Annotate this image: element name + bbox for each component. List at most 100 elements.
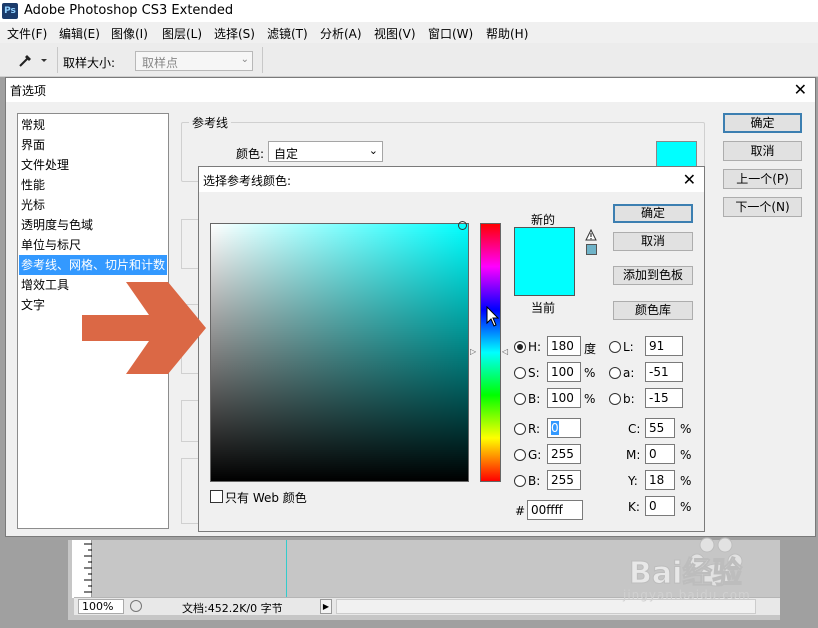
lab-l-label: L:: [623, 340, 634, 354]
guides-color-select[interactable]: 自定 ⌄: [268, 141, 383, 162]
category-units-rulers[interactable]: 单位与标尺: [19, 235, 167, 255]
saturation-brightness-field[interactable]: [210, 223, 469, 482]
category-file-handling[interactable]: 文件处理: [19, 155, 167, 175]
menu-view[interactable]: 视图(V): [374, 25, 416, 42]
app-title-bar: Ps Adobe Photoshop CS3 Extended: [0, 0, 818, 22]
web-safe-color-swatch[interactable]: [586, 244, 597, 255]
green-radio[interactable]: [514, 449, 526, 461]
category-interface[interactable]: 界面: [19, 135, 167, 155]
cyan-input[interactable]: 55: [645, 418, 675, 438]
document-size-info: 文档:452.2K/0 字节: [182, 602, 283, 615]
app-title: Adobe Photoshop CS3 Extended: [24, 3, 234, 18]
color-picker-title-bar: 选择参考线颜色: ✕: [199, 167, 704, 192]
hue-slider-left-arrow-icon[interactable]: ▷: [470, 347, 476, 356]
guides-color-value: 自定: [274, 147, 299, 161]
close-icon[interactable]: ✕: [683, 170, 696, 189]
sample-size-value: 取样点: [142, 56, 179, 70]
saturation-input[interactable]: 100: [547, 362, 581, 382]
current-color-label: 当前: [531, 301, 556, 315]
lab-b-radio[interactable]: [609, 393, 621, 405]
options-divider: [57, 47, 58, 73]
color-picker-cancel-button[interactable]: 取消: [613, 232, 693, 251]
options-bar: 取样大小: 取样点 ⌄: [0, 43, 818, 77]
color-libraries-button[interactable]: 颜色库: [613, 301, 693, 320]
lab-l-input[interactable]: 91: [645, 336, 683, 356]
hue-slider[interactable]: [480, 223, 501, 482]
category-transparency-gamut[interactable]: 透明度与色域: [19, 215, 167, 235]
guides-color-swatch[interactable]: [656, 141, 697, 168]
watermark-url: jingyan.baidu.com: [623, 588, 751, 602]
category-general[interactable]: 常规: [19, 115, 167, 135]
saturation-radio[interactable]: [514, 367, 526, 379]
preferences-cancel-button[interactable]: 取消: [723, 141, 802, 161]
category-cursors[interactable]: 光标: [19, 195, 167, 215]
web-colors-only-label: 只有 Web 颜色: [225, 491, 307, 505]
menu-select[interactable]: 选择(S): [214, 25, 255, 42]
preferences-next-button[interactable]: 下一个(N): [723, 197, 802, 217]
status-menu-arrow-icon[interactable]: ▶: [320, 599, 332, 614]
black-input[interactable]: 0: [645, 496, 675, 516]
hue-input[interactable]: 180: [547, 336, 581, 356]
color-picker-ok-button[interactable]: 确定: [613, 204, 693, 223]
zoom-field[interactable]: 100%: [78, 599, 124, 614]
lab-a-input[interactable]: -51: [645, 362, 683, 382]
green-input[interactable]: 255: [547, 444, 581, 464]
cyan-guide-line[interactable]: [286, 540, 287, 600]
color-field-marker[interactable]: [458, 221, 467, 230]
magenta-unit: %: [680, 448, 692, 462]
web-colors-only-checkbox[interactable]: [210, 490, 223, 503]
lab-b-input[interactable]: -15: [645, 388, 683, 408]
red-radio[interactable]: [514, 423, 526, 435]
menu-file[interactable]: 文件(F): [7, 25, 47, 42]
guides-color-label: 颜色:: [236, 147, 265, 161]
lab-l-radio[interactable]: [609, 341, 621, 353]
menu-help[interactable]: 帮助(H): [486, 25, 528, 42]
cyan-unit: %: [680, 422, 692, 436]
yellow-unit: %: [680, 474, 692, 488]
menu-analysis[interactable]: 分析(A): [320, 25, 362, 42]
menu-layer[interactable]: 图层(L): [162, 25, 202, 42]
preferences-ok-button[interactable]: 确定: [723, 113, 802, 133]
yellow-input[interactable]: 18: [645, 470, 675, 490]
blue-input[interactable]: 255: [547, 470, 581, 490]
sample-size-select[interactable]: 取样点 ⌄: [135, 51, 253, 71]
black-label: K:: [628, 500, 640, 514]
red-input[interactable]: 0: [547, 418, 581, 438]
blue-radio[interactable]: [514, 475, 526, 487]
guides-group-title: 参考线: [189, 114, 232, 131]
menu-image[interactable]: 图像(I): [111, 25, 148, 42]
magenta-input[interactable]: 0: [645, 444, 675, 464]
blue-label: B:: [528, 474, 541, 488]
chevron-down-icon: ⌄: [368, 144, 378, 157]
brightness-input[interactable]: 100: [547, 388, 581, 408]
preferences-prev-button[interactable]: 上一个(P): [723, 169, 802, 189]
category-guides-grid-slices[interactable]: 参考线、网格、切片和计数: [19, 255, 167, 275]
menu-window[interactable]: 窗口(W): [428, 25, 473, 42]
new-current-color-swatch: [514, 227, 575, 296]
add-to-swatches-button[interactable]: 添加到色板: [613, 266, 693, 285]
category-performance[interactable]: 性能: [19, 175, 167, 195]
saturation-label: S:: [528, 366, 540, 380]
orange-arrow-icon: [82, 282, 206, 374]
preferences-title-bar: 首选项 ✕: [6, 78, 815, 102]
magenta-label: M:: [626, 448, 641, 462]
hue-radio[interactable]: [514, 341, 526, 353]
hue-slider-right-arrow-icon[interactable]: ◁: [502, 347, 508, 356]
eyedropper-icon: [19, 55, 47, 67]
lab-a-label: a:: [623, 366, 635, 380]
mouse-pointer-icon: [486, 306, 500, 327]
brightness-radio[interactable]: [514, 393, 526, 405]
gamut-warning-icon[interactable]: [585, 229, 597, 241]
eyedropper-tool-preset[interactable]: [8, 50, 52, 70]
close-icon[interactable]: ✕: [794, 80, 807, 99]
vertical-ruler: [72, 540, 92, 598]
cyan-label: C:: [628, 422, 641, 436]
black-unit: %: [680, 500, 692, 514]
red-input-value: 0: [551, 421, 559, 435]
menu-filter[interactable]: 滤镜(T): [267, 25, 308, 42]
status-info-icon[interactable]: [130, 600, 142, 612]
green-label: G:: [528, 448, 542, 462]
lab-a-radio[interactable]: [609, 367, 621, 379]
hex-input[interactable]: 00ffff: [527, 500, 583, 520]
menu-edit[interactable]: 编辑(E): [59, 25, 100, 42]
